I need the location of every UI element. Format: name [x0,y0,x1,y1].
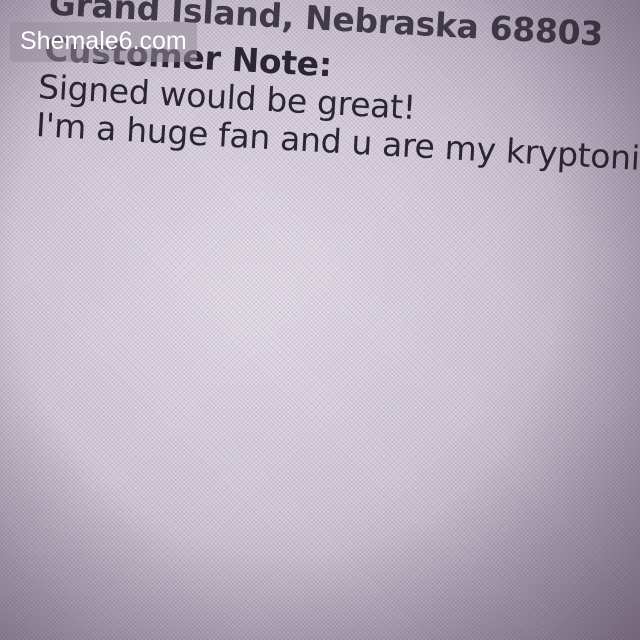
monitor-screen-photo: Grand Island, Nebraska 68803 Customer No… [0,0,640,640]
site-watermark: Shemale6.com [10,22,197,62]
